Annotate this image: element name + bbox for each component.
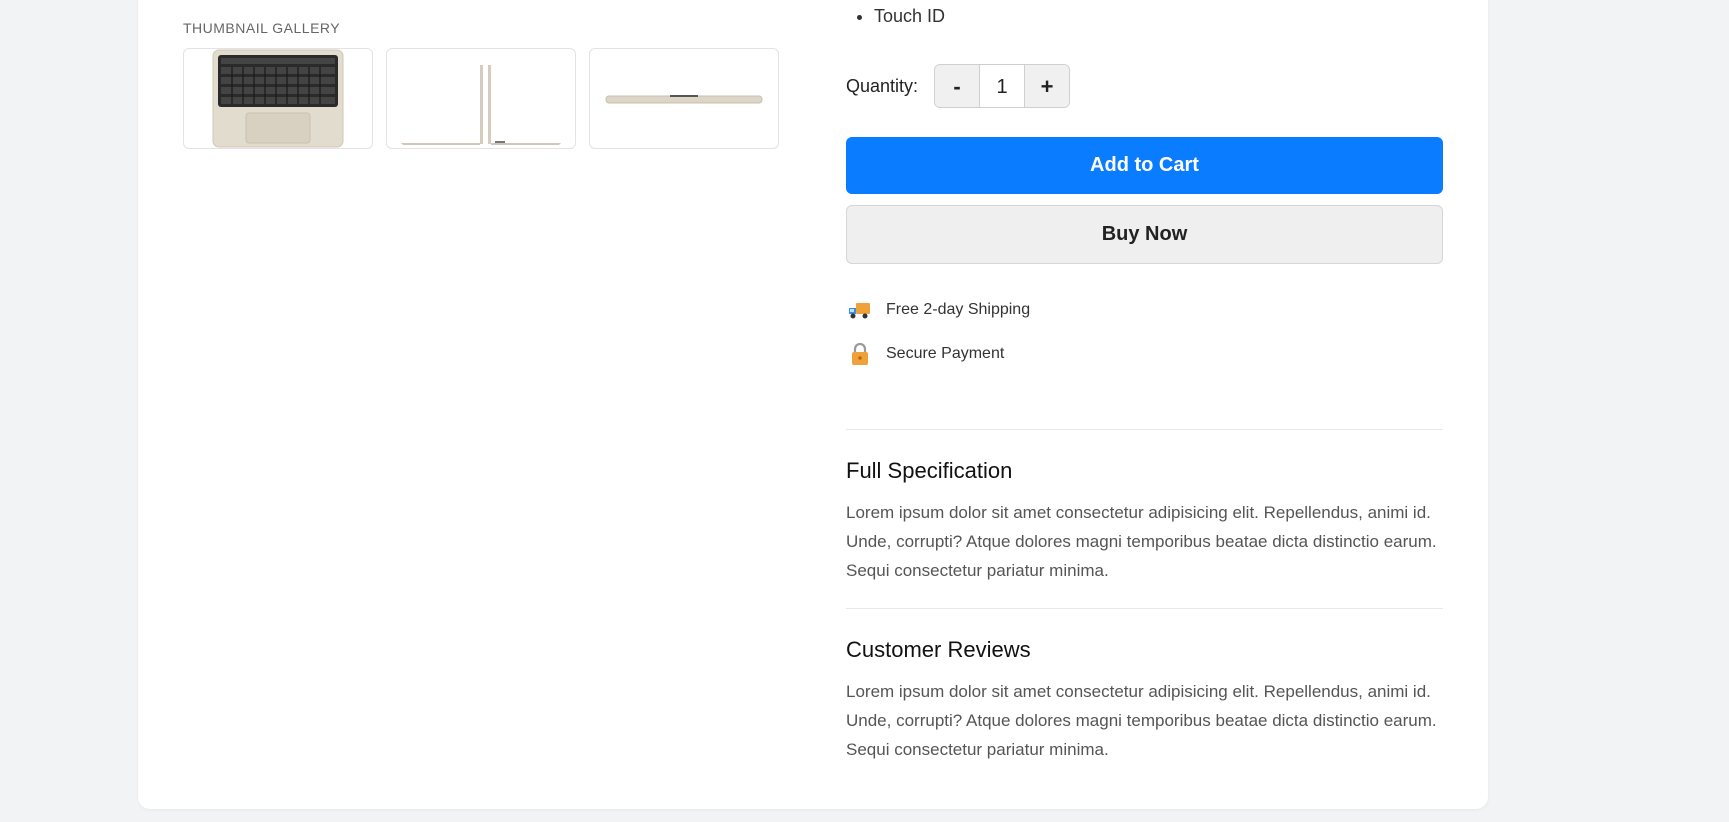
quantity-stepper: - + <box>934 64 1071 108</box>
buy-now-button[interactable]: Buy Now <box>846 205 1443 264</box>
gallery-heading: THUMBNAIL GALLERY <box>183 20 341 36</box>
reviews-body: Lorem ipsum dolor sit amet consectetur a… <box>846 682 1437 759</box>
divider <box>846 429 1443 430</box>
decrement-button[interactable]: - <box>935 65 980 107</box>
laptop-closed-side-image <box>605 95 763 104</box>
lock-icon <box>848 342 872 366</box>
perk-shipping-label: Free 2-day Shipping <box>886 301 1031 318</box>
quantity-row: Quantity: - + <box>846 64 1071 108</box>
feature-list: Touch ID <box>874 6 945 27</box>
thumbnail-3[interactable] <box>589 48 779 149</box>
specification-body: Lorem ipsum dolor sit amet consectetur a… <box>846 503 1437 580</box>
increment-button[interactable]: + <box>1025 65 1070 107</box>
divider <box>846 608 1443 609</box>
feature-item: Touch ID <box>874 6 945 27</box>
add-to-cart-button[interactable]: Add to Cart <box>846 137 1443 194</box>
thumbnail-2[interactable] <box>386 48 576 149</box>
thumbnail-1[interactable] <box>183 48 373 149</box>
perk-shipping: Free 2-day Shipping <box>848 298 1030 322</box>
perk-payment-label: Secure Payment <box>886 345 1005 362</box>
reviews-title: Customer Reviews <box>846 637 1031 662</box>
laptop-top-view-image <box>212 49 344 148</box>
quantity-input[interactable] <box>979 65 1026 107</box>
thumbnail-list <box>183 48 783 149</box>
thumbnail-gallery: THUMBNAIL GALLERY <box>183 20 783 149</box>
truck-icon <box>848 298 872 322</box>
laptop-open-side-image <box>401 65 561 145</box>
perk-payment: Secure Payment <box>848 342 1004 366</box>
product-card: THUMBNAIL GALLERY • Touch ID Quantity: -… <box>138 0 1488 809</box>
quantity-label: Quantity: <box>846 75 919 96</box>
specification-title: Full Specification <box>846 458 1013 483</box>
